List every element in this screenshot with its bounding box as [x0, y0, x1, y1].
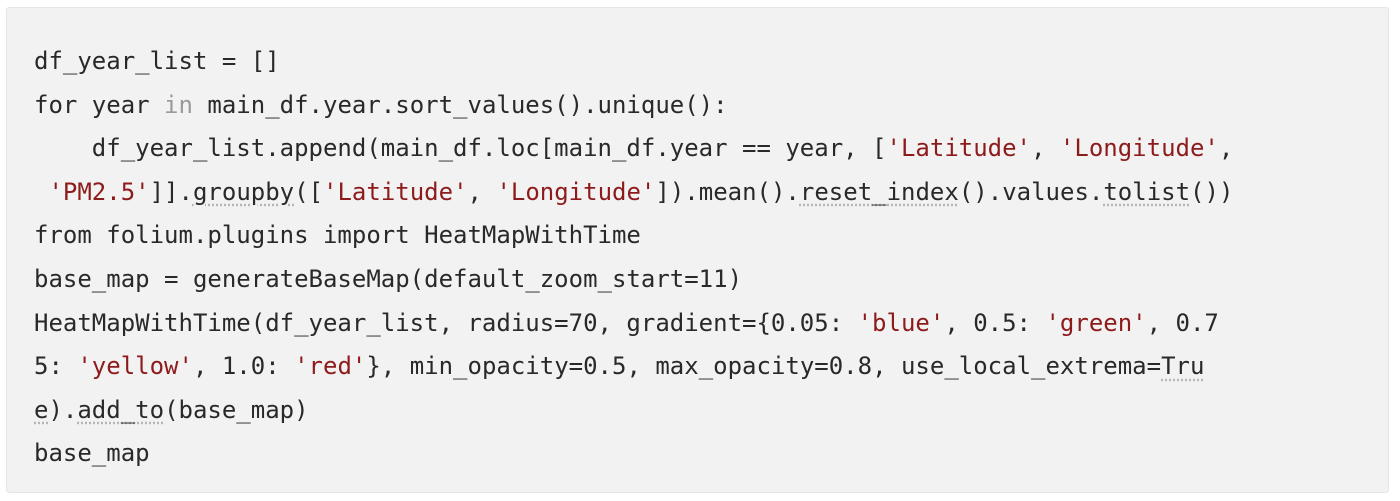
code-token: df_year_list.append(main_df.loc[main_df.… — [34, 134, 887, 163]
code-token: , 0.7 — [1146, 308, 1219, 337]
underlined-token: reset_index — [799, 177, 959, 206]
code-line: e).add_to(base_map) — [34, 389, 1233, 433]
underlined-token: add_to — [77, 395, 165, 424]
code-token: , 0.5: — [944, 308, 1046, 337]
code-token: , — [1031, 134, 1060, 163]
code-token: , 1.0: — [192, 352, 295, 381]
code-token: ()) — [1190, 177, 1234, 206]
code-token: base_map = generateBaseMap(default_zoom_… — [34, 264, 743, 293]
code-token: df_year_list = [] — [34, 47, 280, 75]
code-line: df_year_list = [] — [34, 40, 1233, 84]
code-token: from folium.plugins import HeatMapWithTi… — [34, 221, 641, 250]
code-token: main_df.year.sort_values().unique(): — [192, 90, 728, 119]
underlined-token: tolist — [1103, 177, 1191, 206]
code-token: ]]. — [149, 177, 193, 206]
string-literal: 'Latitude' — [323, 177, 468, 206]
keyword: in — [164, 90, 193, 119]
code-token: }, min_opacity=0.5, max_opacity=0.8, use… — [366, 352, 1162, 381]
code-line: 'PM2.5']].groupby(['Latitude', 'Longitud… — [34, 171, 1233, 215]
string-literal: 'PM2.5' — [48, 177, 150, 206]
string-literal: 'red' — [294, 352, 367, 381]
underlined-token: groupby — [192, 177, 295, 206]
code-token: , — [467, 177, 497, 206]
code-line: HeatMapWithTime(df_year_list, radius=70,… — [34, 302, 1233, 346]
code-token: , — [1218, 134, 1234, 163]
string-literal: 'Longitude' — [496, 177, 656, 206]
code-line: for year in main_df.year.sort_values().u… — [34, 84, 1233, 128]
code-line: df_year_list.append(main_df.loc[main_df.… — [34, 127, 1234, 171]
string-literal: 'green' — [1045, 308, 1147, 337]
code-block: df_year_list = [] for year in main_df.yea… — [6, 7, 1389, 493]
code-token: ().values. — [958, 177, 1104, 206]
code-token: for year — [34, 90, 165, 119]
underlined-token: Tru — [1161, 352, 1205, 381]
code-token: 5: — [34, 352, 78, 381]
code-line: base_map — [34, 432, 1233, 476]
code-token: HeatMapWithTime(df_year_list, radius=70,… — [34, 308, 858, 337]
code-line: base_map = generateBaseMap(default_zoom_… — [34, 258, 1233, 302]
string-literal: 'blue' — [857, 308, 945, 337]
code-token: base_map — [34, 439, 150, 468]
code-line: from folium.plugins import HeatMapWithTi… — [34, 214, 1233, 258]
underlined-token: e — [34, 395, 49, 424]
string-literal: 'yellow' — [77, 352, 193, 381]
code-lines: df_year_list = [] for year in main_df.yea… — [34, 40, 1233, 476]
code-token: (base_map) — [164, 395, 309, 424]
string-literal: 'Latitude' — [886, 134, 1032, 163]
string-literal: 'Longitude' — [1059, 134, 1219, 163]
code-token: ([ — [294, 177, 324, 206]
code-line: 5: 'yellow', 1.0: 'red'}, min_opacity=0.… — [34, 345, 1233, 389]
code-token: ]).mean(). — [655, 177, 800, 206]
code-token: ). — [48, 395, 78, 424]
